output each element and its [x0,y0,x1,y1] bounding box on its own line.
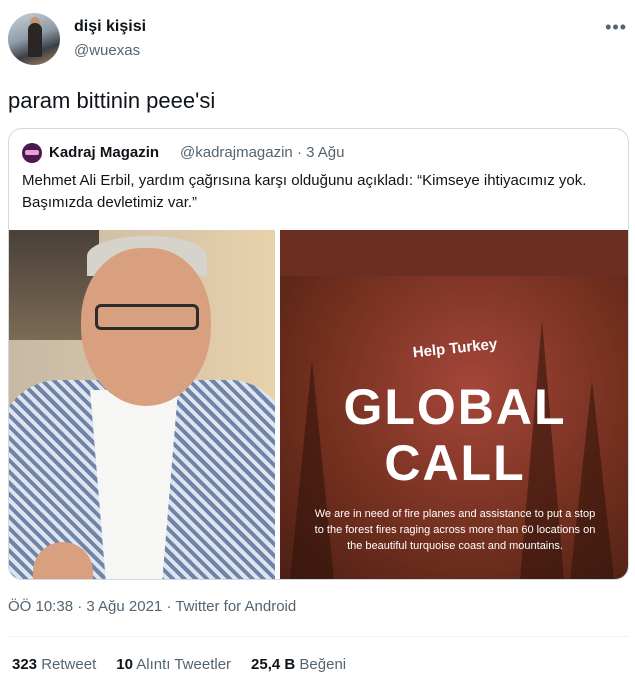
likes-count: 25,4 B [251,656,296,673]
likes-label: Beğeni [299,656,347,673]
tweet-header: dişi kişisi @wuexas ••• [8,13,627,69]
quoted-tweet[interactable]: Kadraj Magazin @kadrajmagazin · 3 Ağu Me… [8,128,629,580]
avatar-figure [28,23,42,57]
avatar[interactable] [8,13,60,65]
poster-body-text: We are in need of fire planes and assist… [314,508,596,552]
photo-man-portrait[interactable] [9,230,275,579]
poster-title-line2: CALL [384,435,526,491]
quotes-stat[interactable]: 10 Alıntı Tweetler [116,656,231,673]
tweet-stats: 323 Retweet 10 Alıntı Tweetler 25,4 B Beğe… [12,656,346,673]
retweets-count: 323 [12,656,38,673]
likes-stat[interactable]: 25,4 B Beğeni [251,656,346,673]
retweets-stat[interactable]: 323 Retweet [12,656,96,673]
author-handle[interactable]: @wuexas [74,42,140,59]
tweet-text: param bittinin peee'si [8,88,216,113]
quoted-handle-date: @kadrajmagazin · 3 Ağu [180,144,345,161]
quoted-text: Mehmet Ali Erbil, yardım çağrısına karşı… [22,172,587,211]
quoted-author-name: Kadraj Magazin [49,144,160,161]
quotes-count: 10 [116,656,133,673]
tweet-meta[interactable]: ÖÖ 10:38 · 3 Ağu 2021 · Twitter for Andr… [8,598,296,615]
quotes-label: Alıntı Tweetler [136,656,232,673]
poster-title-line1: GLOBAL [343,379,567,435]
quoted-media[interactable]: Help Turkey GLOBAL CALL We are in need o… [9,230,628,579]
retweets-label: Retweet [41,656,97,673]
global-call-poster[interactable]: Help Turkey GLOBAL CALL We are in need o… [280,230,628,579]
poster-help-text: Help Turkey [411,335,499,362]
author-name[interactable]: dişi kişisi [74,18,146,36]
divider [8,636,629,637]
quoted-avatar [22,143,42,163]
ellipsis-icon[interactable]: ••• [605,17,627,38]
